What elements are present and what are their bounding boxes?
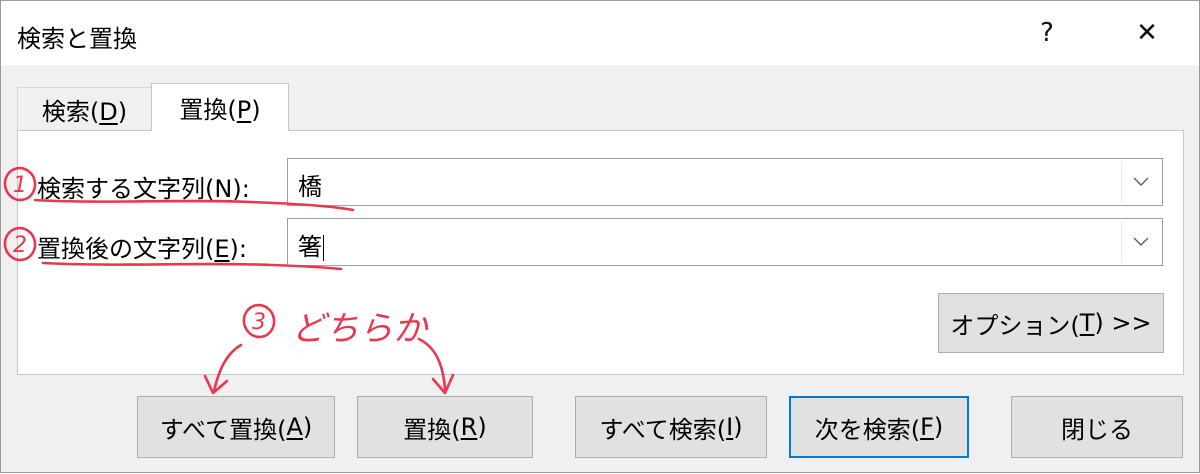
window-title: 検索と置換	[17, 25, 137, 53]
tab-replace[interactable]: 置換(P)	[151, 83, 289, 131]
annotation-choice-note: どちらか	[291, 309, 427, 349]
find-next-button[interactable]: 次を検索(F)	[789, 396, 969, 458]
close-icon: ✕	[1136, 18, 1158, 48]
find-what-label: 検索する文字列(N):	[37, 175, 250, 203]
replace-with-combobox[interactable]: 箸	[287, 218, 1163, 266]
close-window-button[interactable]: ✕	[1101, 1, 1193, 65]
options-button[interactable]: オプション(T) >>	[938, 293, 1164, 353]
help-icon: ?	[1040, 18, 1054, 48]
chevron-down-icon	[1133, 237, 1149, 246]
replace-with-dropdown-button[interactable]	[1121, 222, 1160, 262]
find-all-button[interactable]: すべて検索(I)	[575, 396, 767, 458]
chevron-down-icon	[1133, 177, 1149, 186]
help-button[interactable]: ?	[1001, 1, 1093, 65]
find-what-input[interactable]: 橋	[298, 167, 322, 202]
find-what-combobox[interactable]: 橋	[287, 158, 1163, 206]
find-replace-dialog: 検索と置換 ? ✕ 検索(D) 置換(P) 検索する文字列(N): 橋 置換後の…	[0, 0, 1200, 473]
replace-button[interactable]: 置換(R)	[357, 396, 533, 458]
tab-search-label: 検索(D)	[41, 98, 128, 126]
text-caret	[323, 235, 324, 261]
replace-with-input[interactable]: 箸	[298, 227, 324, 262]
tab-replace-label: 置換(P)	[179, 96, 261, 124]
close-button[interactable]: 閉じる	[1011, 396, 1183, 458]
title-bar: 検索と置換 ? ✕	[1, 1, 1199, 65]
replace-with-label: 置換後の文字列(E):	[37, 235, 247, 263]
find-what-dropdown-button[interactable]	[1121, 162, 1160, 202]
tab-search[interactable]: 検索(D)	[17, 87, 151, 131]
replace-all-button[interactable]: すべて置換(A)	[137, 396, 335, 458]
